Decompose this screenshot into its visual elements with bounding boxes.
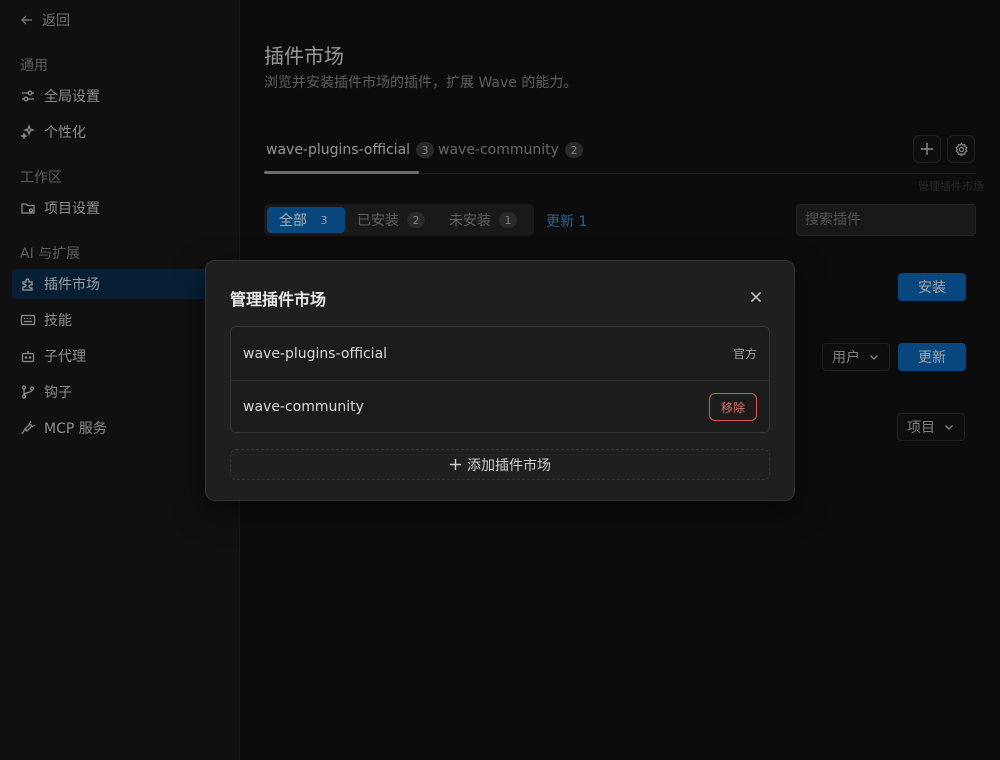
marketplace-row: wave-community 移除 [231, 380, 769, 432]
add-marketplace-dialog-button[interactable]: 添加插件市场 [230, 449, 770, 480]
official-tag: 官方 [732, 347, 757, 361]
marketplace-name: wave-community [243, 399, 364, 415]
marketplace-row: wave-plugins-official 官方 [231, 327, 769, 380]
dialog-title: 管理插件市场 [230, 290, 327, 309]
remove-marketplace-button[interactable]: 移除 [708, 393, 757, 421]
add-marketplace-label: 添加插件市场 [467, 457, 551, 474]
plus-icon [449, 458, 462, 471]
close-icon [750, 291, 762, 303]
close-button[interactable] [748, 289, 764, 305]
marketplace-list: wave-plugins-official 官方 wave-community … [230, 326, 770, 433]
manage-marketplace-dialog: 管理插件市场 wave-plugins-official 官方 wave-com… [205, 260, 795, 501]
marketplace-name: wave-plugins-official [243, 345, 388, 362]
